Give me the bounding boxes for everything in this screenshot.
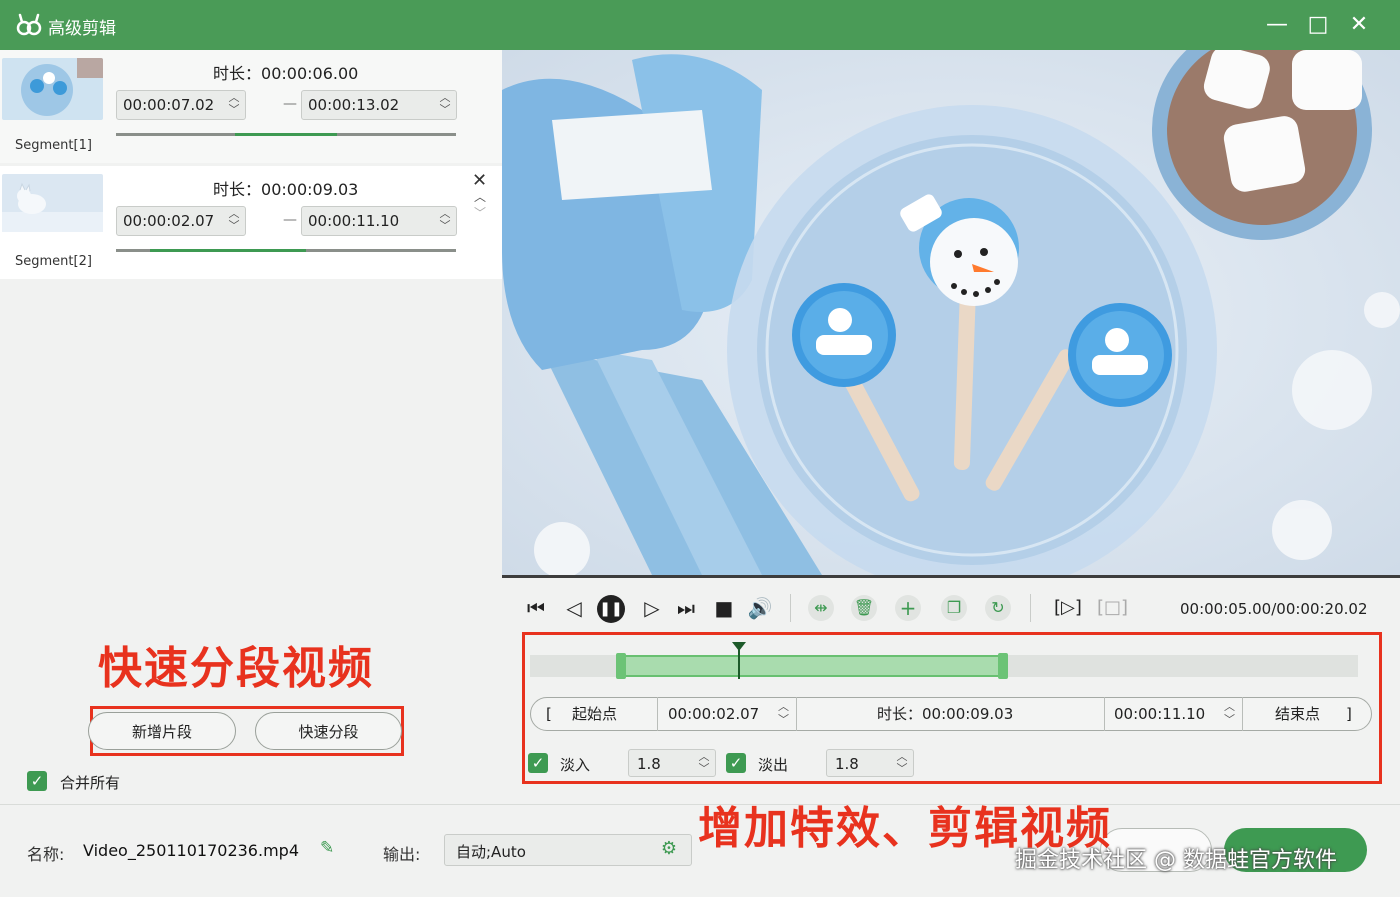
trim-separator xyxy=(1242,697,1243,731)
go-start-icon[interactable]: ⏮ xyxy=(523,595,549,621)
timeline-end-handle[interactable] xyxy=(998,653,1008,679)
timeline-start-handle[interactable] xyxy=(616,653,626,679)
delete-icon[interactable]: 🗑 xyxy=(851,595,877,621)
go-end-icon[interactable]: ⏭ xyxy=(673,595,699,621)
minimize-button[interactable]: — xyxy=(1262,10,1292,40)
split-icon[interactable]: ⇹ xyxy=(808,595,834,621)
maximize-button[interactable]: □ xyxy=(1303,10,1333,40)
move-down-icon[interactable]: ﹀ xyxy=(474,204,486,221)
preview-box-icon[interactable]: [□] xyxy=(1097,595,1128,621)
set-end-button[interactable]: 结束点 xyxy=(1275,697,1320,731)
trim-separator xyxy=(657,697,658,731)
video-preview[interactable] xyxy=(502,50,1400,575)
segment-thumbnail xyxy=(2,58,103,120)
app-logo-icon xyxy=(16,13,42,36)
merge-all-label: 合并所有 xyxy=(60,774,121,792)
fade-out-label: 淡出 xyxy=(758,756,789,774)
trim-duration: 时长：00:00:09.03 xyxy=(877,705,1014,723)
range-dash: — xyxy=(283,96,297,112)
segment-progress-fill xyxy=(235,133,337,136)
segment-label: Segment[1] xyxy=(15,138,92,153)
trim-end-spinner[interactable]: ︿ ﹀ xyxy=(1224,700,1235,726)
watermark: 掘金技术社区 @ 数据蛙官方软件 xyxy=(1015,848,1337,873)
fade-in-checkbox[interactable]: ✓ xyxy=(528,753,548,773)
merge-all-checkbox[interactable]: ✓ xyxy=(27,771,47,791)
name-label: 名称: xyxy=(27,845,65,864)
preview-frame xyxy=(502,50,1400,575)
pause-icon[interactable]: ❚❚ xyxy=(597,595,625,623)
range-dash: — xyxy=(283,212,297,228)
add-icon[interactable]: + xyxy=(895,595,921,621)
toolbar-separator xyxy=(790,594,791,622)
edit-name-icon[interactable]: ✎ xyxy=(320,838,334,858)
step-forward-icon[interactable]: ▷ xyxy=(639,595,665,621)
play-selection-icon[interactable]: [▷] xyxy=(1054,595,1082,621)
volume-icon[interactable]: 🔊 xyxy=(747,595,773,621)
stop-icon[interactable]: ■ xyxy=(711,595,737,621)
fade-out-spinner[interactable]: ︿ ﹀ xyxy=(895,751,909,777)
fade-in-input[interactable]: 1.8 ︿ ﹀ xyxy=(628,749,716,777)
start-spinner[interactable]: ︿ ﹀ xyxy=(227,92,241,118)
segment-progress xyxy=(116,133,456,136)
set-start-button[interactable]: 起始点 xyxy=(572,697,617,731)
trim-separator xyxy=(1104,697,1105,731)
segment-progress-fill xyxy=(150,249,306,252)
timecode: 00:00:05.00/00:00:20.02 xyxy=(1180,600,1368,618)
fade-in-spinner[interactable]: ︿ ﹀ xyxy=(697,751,711,777)
preview-divider xyxy=(502,575,1400,578)
close-window-button[interactable]: ✕ xyxy=(1344,10,1374,40)
segment-end-input[interactable]: 00:00:11.10 ︿ ﹀ xyxy=(301,206,457,236)
segment-item[interactable]: Segment[1] 时长：00:00:06.00 00:00:07.02 ︿ ﹀… xyxy=(0,50,502,163)
gear-icon[interactable]: ⚙ xyxy=(661,838,677,859)
segment-end-input[interactable]: 00:00:13.02 ︿ ﹀ xyxy=(301,90,457,120)
window-title: 高级剪辑 xyxy=(48,19,116,39)
end-spinner[interactable]: ︿ ﹀ xyxy=(438,92,452,118)
duration-label: 时长：00:00:06.00 xyxy=(213,64,359,83)
trim-start-input[interactable]: 00:00:02.07 xyxy=(668,697,759,731)
trim-start-spinner[interactable]: ︿ ﹀ xyxy=(778,700,789,726)
add-segment-button[interactable]: 新增片段 xyxy=(88,712,236,750)
playhead-marker-icon xyxy=(732,642,746,651)
fade-out-input[interactable]: 1.8 ︿ ﹀ xyxy=(826,749,914,777)
quick-split-button[interactable]: 快速分段 xyxy=(255,712,402,750)
segment-progress xyxy=(116,249,456,252)
segment-start-input[interactable]: 00:00:07.02 ︿ ﹀ xyxy=(116,90,246,120)
start-bracket: [ xyxy=(546,705,552,723)
title-bar: 高级剪辑 — □ ✕ xyxy=(0,0,1400,50)
segment-thumbnail xyxy=(2,174,103,236)
segment-start-input[interactable]: 00:00:02.07 ︿ ﹀ xyxy=(116,206,246,236)
end-bracket: ] xyxy=(1346,705,1352,723)
segment-item[interactable]: Segment[2] 时长：00:00:09.03 00:00:02.07 ︿ ﹀… xyxy=(0,166,502,279)
trim-separator xyxy=(796,697,797,731)
output-label: 输出: xyxy=(383,845,421,864)
fade-out-checkbox[interactable]: ✓ xyxy=(726,753,746,773)
fade-in-label: 淡入 xyxy=(560,756,591,774)
move-up-icon[interactable]: ︿ xyxy=(474,188,486,205)
copy-icon[interactable]: ❐ xyxy=(941,595,967,621)
start-spinner[interactable]: ︿ ﹀ xyxy=(227,208,241,234)
trim-end-input[interactable]: 00:00:11.10 xyxy=(1114,697,1205,731)
duration-label: 时长：00:00:09.03 xyxy=(213,180,359,199)
step-back-icon[interactable]: ◁ xyxy=(561,595,587,621)
timeline-selection[interactable] xyxy=(620,655,1008,677)
reset-icon[interactable]: ↻ xyxy=(985,595,1011,621)
segment-label: Segment[2] xyxy=(15,254,92,269)
output-settings-field[interactable]: 自动;Auto ⚙ xyxy=(444,834,692,866)
end-spinner[interactable]: ︿ ﹀ xyxy=(438,208,452,234)
toolbar-separator xyxy=(1030,594,1031,622)
split-annotation: 快速分段视频 xyxy=(98,643,374,694)
file-name: Video_250110170236.mp4 xyxy=(83,841,299,860)
